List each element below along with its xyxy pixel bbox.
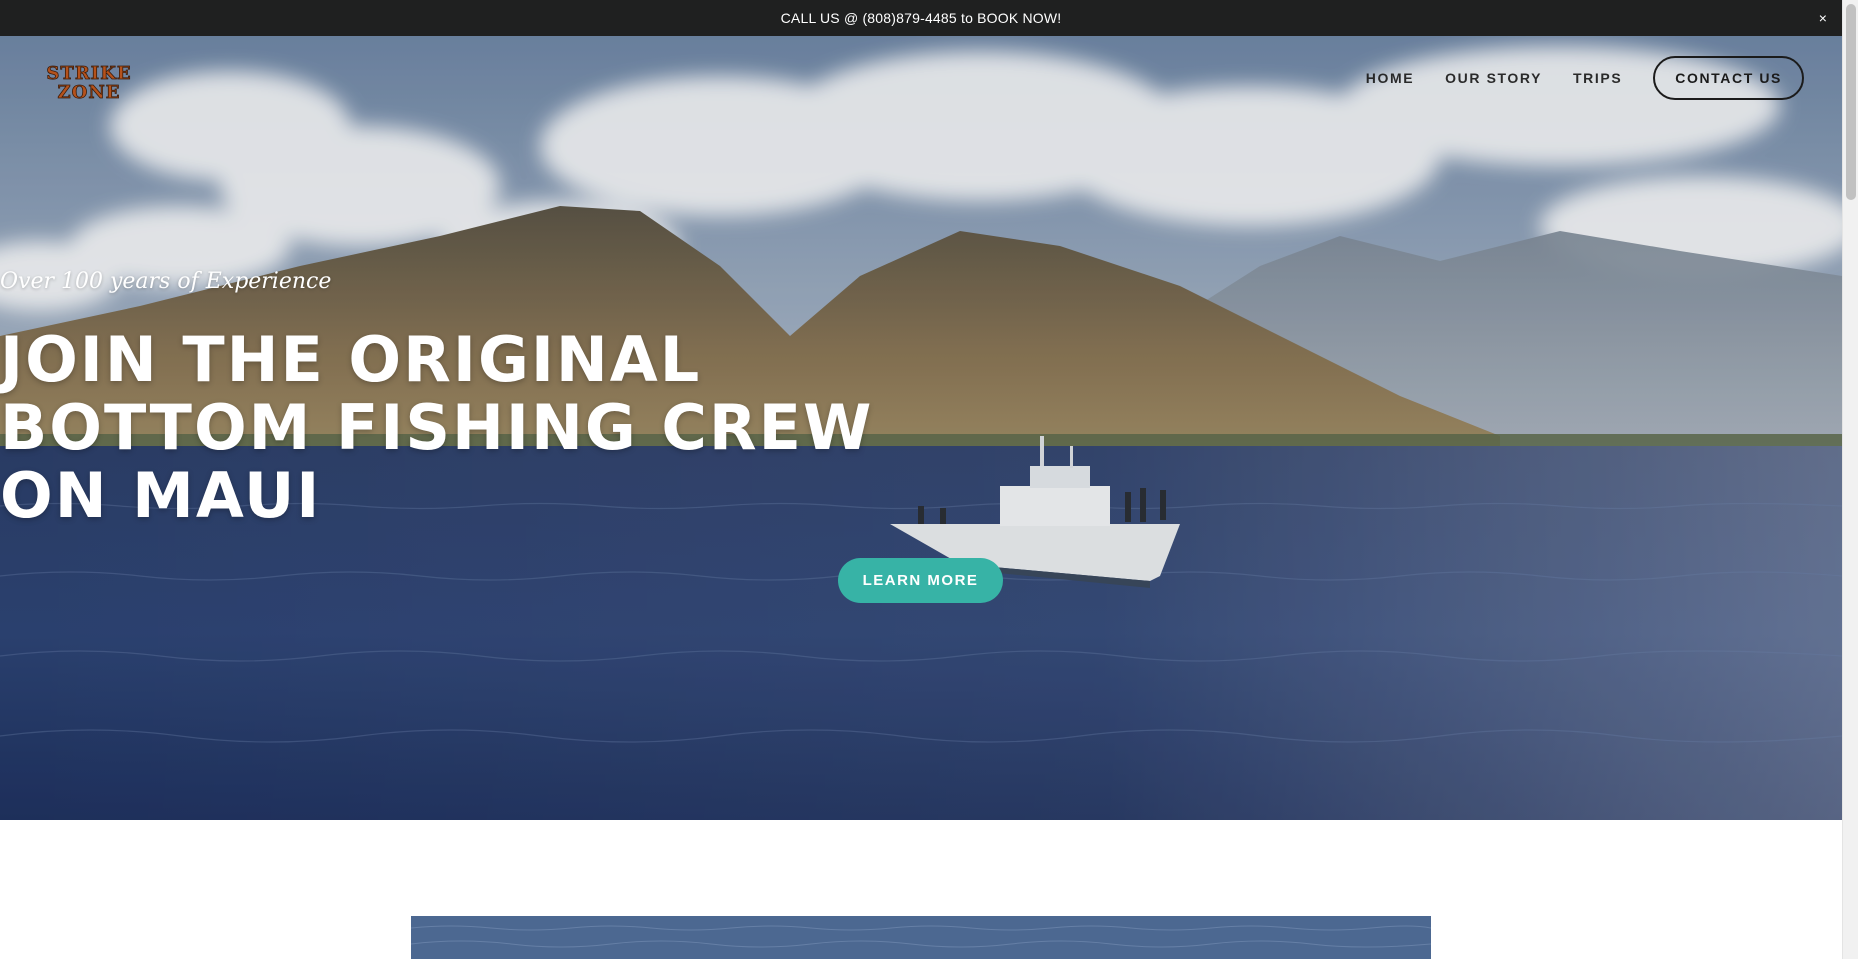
hero-section: STRIKE ZONE HOME OUR STORY TRIPS CONTACT… bbox=[0, 36, 1842, 820]
hero-headline: JOIN THE ORIGINAL BOTTOM FISHING CREW ON… bbox=[0, 326, 1842, 530]
nav-home[interactable]: HOME bbox=[1366, 70, 1414, 86]
nav-our-story[interactable]: OUR STORY bbox=[1445, 70, 1542, 86]
announcement-bar: CALL US @ (808)879-4485 to BOOK NOW! × bbox=[0, 0, 1842, 36]
svg-text:ZONE: ZONE bbox=[58, 82, 121, 102]
hero-tagline: Over 100 years of Experience bbox=[0, 269, 332, 294]
main-nav: HOME OUR STORY TRIPS CONTACT US bbox=[1335, 56, 1804, 100]
svg-text:STRIKE: STRIKE bbox=[46, 63, 131, 84]
headline-line-3: ON MAUI bbox=[0, 459, 322, 532]
scrollbar-thumb[interactable] bbox=[1846, 4, 1856, 200]
close-icon[interactable]: × bbox=[1810, 5, 1836, 31]
nav-trips[interactable]: TRIPS bbox=[1573, 70, 1622, 86]
headline-line-1: JOIN THE ORIGINAL bbox=[0, 323, 702, 396]
page-scrollbar[interactable] bbox=[1842, 0, 1858, 959]
learn-more-button[interactable]: LEARN MORE bbox=[838, 558, 1003, 603]
announcement-text: CALL US @ (808)879-4485 to BOOK NOW! bbox=[780, 10, 1062, 26]
headline-line-2: BOTTOM FISHING CREW bbox=[0, 391, 874, 464]
strike-zone-logo[interactable]: STRIKE ZONE bbox=[18, 62, 160, 102]
contact-us-button[interactable]: CONTACT US bbox=[1653, 56, 1804, 100]
section-image bbox=[411, 916, 1431, 959]
